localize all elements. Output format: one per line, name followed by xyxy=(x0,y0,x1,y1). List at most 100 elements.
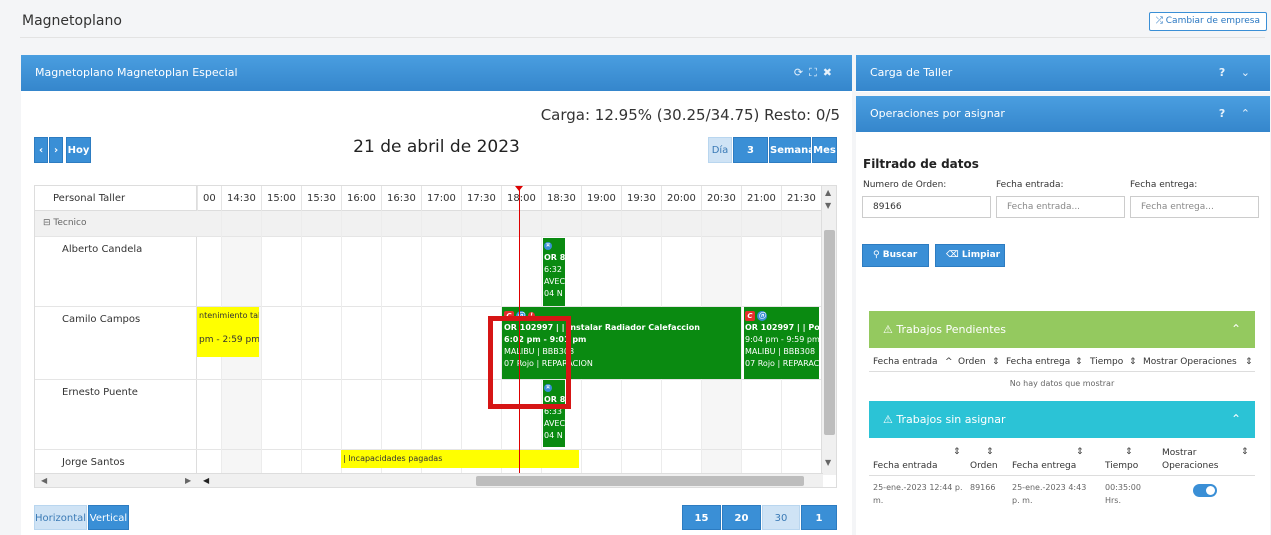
scroll-thumb[interactable] xyxy=(476,476,804,486)
panel-tools: ⟳⛶✖ xyxy=(794,55,838,91)
pendientes-header[interactable]: ⚠ Trabajos Pendientes ⌃ xyxy=(869,311,1255,348)
grid-header: Personal Taller 00 14:30 15:00 15:30 16:… xyxy=(35,186,836,211)
filter-title: Filtrado de datos xyxy=(863,157,979,171)
event-block[interactable]: Cⓝ OR 102997 | | Polea 9:04 pm - 9:59 pm… xyxy=(744,307,819,379)
interval-20-button[interactable]: 20 min. xyxy=(722,505,761,530)
col-header[interactable]: Fecha entrada xyxy=(873,357,937,367)
table-row: Alberto Candela xyxy=(35,237,823,307)
interval-30-button[interactable]: 30 min. xyxy=(762,505,800,530)
view-week-button[interactable]: Semana xyxy=(769,137,815,163)
view-3days-button[interactable]: 3 Días xyxy=(733,137,768,182)
interval-hour-button[interactable]: 1 hora xyxy=(801,505,837,530)
event-text: OR 102997 | | Polea xyxy=(745,323,819,332)
entrada-label: Fecha entrada: xyxy=(996,180,1064,190)
chevron-up-icon[interactable]: ⌃ xyxy=(1241,107,1256,120)
panel-header[interactable]: Operaciones por asignar ? ⌃ xyxy=(856,96,1270,132)
col-header[interactable]: Fecha entrega xyxy=(1012,461,1076,471)
warning-icon: ⚠ xyxy=(883,323,897,336)
scroll-down-icon[interactable]: ▼ xyxy=(825,458,831,467)
cell-entrega: 25-ene.-2023 4:43 p. m. xyxy=(1012,483,1087,505)
vertical-button[interactable]: Vertical xyxy=(88,505,129,530)
refresh-icon: C xyxy=(745,310,755,321)
pendientes-panel: ⚠ Trabajos Pendientes ⌃ Fecha entrada ^ … xyxy=(869,311,1255,391)
sin-asignar-header[interactable]: ⚠ Trabajos sin asignar ⌃ xyxy=(869,401,1255,438)
event-text: MALIBU | BBB308 xyxy=(745,347,816,356)
col-header[interactable]: Orden xyxy=(958,357,986,367)
vertical-scrollbar[interactable]: ▲ ▼ ▼ xyxy=(821,186,836,475)
sort-icon[interactable]: ⇕ xyxy=(1241,447,1249,457)
chevron-down-icon[interactable]: ⌄ xyxy=(1241,66,1256,79)
help-icon[interactable]: ? xyxy=(1219,66,1231,79)
carga-summary: Carga: 12.95% (30.25/34.75) Resto: 0/5 xyxy=(540,106,840,124)
entrega-input[interactable]: Fecha entrega... xyxy=(1130,196,1259,218)
event-text: OR 8 xyxy=(544,253,565,262)
settings-icon[interactable]: ✖ xyxy=(823,66,838,79)
time-header: 16:00 xyxy=(341,186,381,211)
horizontal-scrollbar[interactable]: ◀ ▶ ◀ xyxy=(35,473,823,487)
scroll-left-icon[interactable]: ◀ xyxy=(203,476,209,485)
col-header[interactable]: Mostrar Operaciones xyxy=(1162,447,1224,473)
sin-asignar-title: Trabajos sin asignar xyxy=(896,413,1006,426)
event-block[interactable]: ¤ OR 8 6:32 AVEC 04 N xyxy=(543,238,565,306)
highlight-box xyxy=(488,316,571,409)
sort-icon[interactable]: ^ xyxy=(945,357,953,367)
sort-icon[interactable]: ⇕ xyxy=(1125,447,1133,457)
sort-icon[interactable]: ⇕ xyxy=(1129,357,1137,367)
view-day-button[interactable]: Día xyxy=(708,137,732,163)
cell-entrada: 25-ene.-2023 12:44 p. m. xyxy=(873,483,963,505)
top-bar: Magnetoplano ⤮ Cambiar de empresa xyxy=(0,0,1271,42)
col-header[interactable]: Fecha entrega xyxy=(1006,357,1070,367)
sort-icon[interactable]: ⇕ xyxy=(1076,447,1084,457)
group-label: ⊟ Tecnico xyxy=(43,218,87,228)
chevron-up-icon[interactable]: ⌃ xyxy=(1231,401,1241,438)
grid-line xyxy=(261,211,262,473)
scroll-up-icon[interactable]: ▲ xyxy=(825,188,831,197)
today-button[interactable]: Hoy xyxy=(66,137,91,163)
event-block[interactable]: ntenimiento talle pm - 2:59 pm xyxy=(197,307,259,357)
warning-icon: ⚠ xyxy=(883,413,897,426)
next-button[interactable]: › xyxy=(49,137,63,163)
schedule-grid[interactable]: Personal Taller 00 14:30 15:00 15:30 16:… xyxy=(34,185,837,488)
carga-taller-panel: Carga de Taller ? ⌄ xyxy=(856,55,1270,92)
search-button[interactable]: ⚲ Buscar xyxy=(862,244,929,267)
scroll-left-icon[interactable]: ◀ xyxy=(41,476,47,485)
scroll-right-icon[interactable]: ▶ xyxy=(185,476,191,485)
scroll-thumb[interactable] xyxy=(824,230,835,435)
fullscreen-icon[interactable]: ⛶ xyxy=(809,66,823,79)
col-header[interactable]: Mostrar Operaciones xyxy=(1143,357,1237,367)
entrada-input[interactable]: Fecha entrada... xyxy=(996,196,1125,218)
event-icon: ¤ xyxy=(544,240,564,252)
view-month-button[interactable]: Mes xyxy=(812,137,837,163)
sort-icon[interactable]: ⇕ xyxy=(992,357,1000,367)
prev-button[interactable]: ‹ xyxy=(34,137,48,163)
sort-icon[interactable]: ⇕ xyxy=(1075,357,1083,367)
help-icon[interactable]: ? xyxy=(1219,107,1231,120)
clear-button[interactable]: ⌫ Limpiar xyxy=(935,244,1005,267)
show-operations-toggle[interactable] xyxy=(1193,484,1217,497)
sort-icon[interactable]: ⇕ xyxy=(1245,357,1253,367)
sort-icon[interactable]: ⇕ xyxy=(986,447,994,457)
info-icon: ⓝ xyxy=(757,310,767,321)
time-header: 19:30 xyxy=(621,186,661,211)
col-header[interactable]: Orden xyxy=(970,461,998,471)
sort-icon[interactable]: ⇕ xyxy=(953,447,961,457)
time-header: 15:30 xyxy=(301,186,341,211)
chevron-up-icon[interactable]: ⌃ xyxy=(1231,311,1241,348)
order-input[interactable]: 89166 xyxy=(862,196,991,218)
col-header[interactable]: Tiempo xyxy=(1090,357,1123,367)
event-block[interactable]: | Incapacidades pagadas xyxy=(341,450,579,468)
interval-15-button[interactable]: 15 min. xyxy=(682,505,721,530)
panel-title: Operaciones por asignar xyxy=(870,107,1005,120)
change-company-button[interactable]: ⤮ Cambiar de empresa xyxy=(1148,12,1267,31)
col-header[interactable]: Tiempo xyxy=(1105,461,1138,471)
divider xyxy=(20,37,1265,38)
operaciones-panel: Operaciones por asignar ? ⌃ Filtrado de … xyxy=(856,96,1270,535)
col-header[interactable]: Fecha entrada xyxy=(873,461,937,471)
horizontal-button[interactable]: Horizontal xyxy=(34,505,87,530)
scroll-up-icon[interactable]: ▼ xyxy=(825,201,831,210)
refresh-icon[interactable]: ⟳ xyxy=(794,66,809,79)
panel-header[interactable]: Carga de Taller ? ⌄ xyxy=(856,55,1270,91)
entrega-label: Fecha entrega: xyxy=(1130,180,1198,190)
time-header: 15:00 xyxy=(261,186,301,211)
group-row-tecnico[interactable]: ⊟ Tecnico xyxy=(35,211,836,237)
